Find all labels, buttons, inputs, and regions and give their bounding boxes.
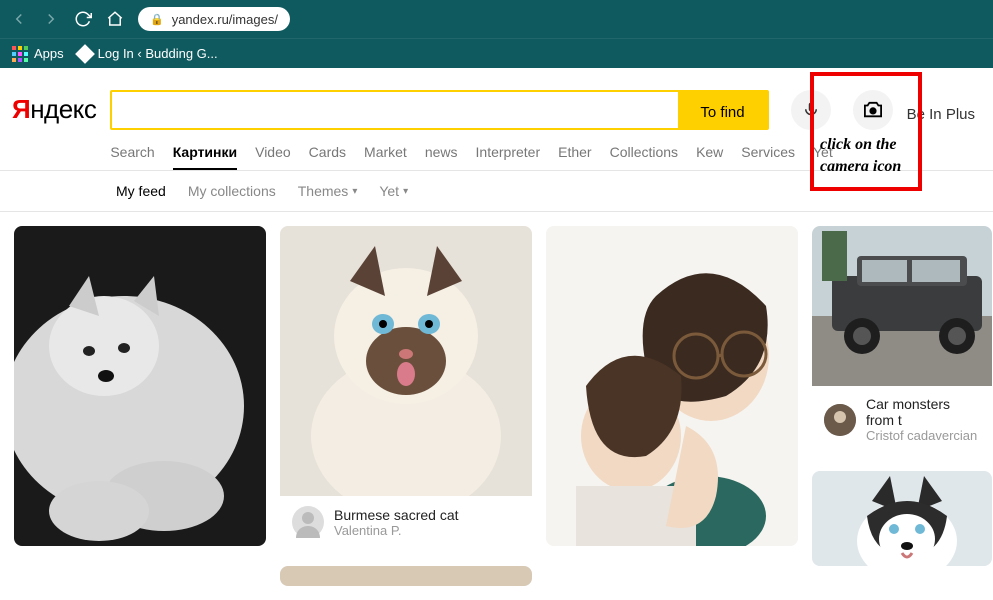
url-text: yandex.ru/images/ bbox=[172, 12, 278, 27]
tab-market[interactable]: Market bbox=[364, 144, 407, 160]
thumb-people bbox=[546, 226, 798, 546]
image-card-husky[interactable] bbox=[812, 471, 992, 566]
tab-interpreter[interactable]: Interpreter bbox=[476, 144, 541, 160]
author-avatar[interactable] bbox=[824, 404, 856, 436]
tab-search[interactable]: Search bbox=[110, 144, 154, 160]
address-bar[interactable]: 🔒 yandex.ru/images/ bbox=[138, 7, 290, 31]
card-title: Burmese sacred cat bbox=[334, 507, 459, 523]
bookmark-login[interactable]: Log In ‹ Budding G... bbox=[78, 46, 218, 61]
card-author: Cristof cadavercian bbox=[866, 428, 980, 443]
image-card-car[interactable]: Car monsters from t Cristof cadavercian bbox=[812, 226, 992, 457]
thumb-cat bbox=[280, 226, 532, 496]
search-input[interactable] bbox=[112, 92, 678, 128]
subnav-my-feed[interactable]: My feed bbox=[116, 183, 166, 199]
subnav-themes[interactable]: Themes▾ bbox=[298, 183, 358, 199]
annotation-callout: click on the camera icon bbox=[810, 72, 922, 191]
tab-images[interactable]: Картинки bbox=[173, 144, 237, 170]
bookmarks-bar: Apps Log In ‹ Budding G... bbox=[0, 38, 993, 68]
find-button-arrow bbox=[767, 92, 769, 130]
chevron-down-icon: ▾ bbox=[352, 186, 357, 197]
lock-icon: 🔒 bbox=[150, 13, 164, 26]
subnav-yet[interactable]: Yet ▾ bbox=[379, 183, 408, 199]
back-icon[interactable] bbox=[10, 10, 28, 28]
logo-red-letter: Я bbox=[12, 94, 30, 124]
apps-shortcut[interactable]: Apps bbox=[12, 46, 64, 62]
chevron-down-icon: ▾ bbox=[403, 186, 408, 197]
thumb-wolves bbox=[14, 226, 266, 546]
tab-collections[interactable]: Collections bbox=[610, 144, 678, 160]
thumb-car bbox=[812, 226, 992, 386]
image-card-people[interactable] bbox=[546, 226, 798, 546]
reload-icon[interactable] bbox=[74, 10, 92, 28]
thumb-placeholder bbox=[280, 566, 532, 586]
author-avatar[interactable] bbox=[292, 506, 324, 538]
image-card-cat[interactable]: Burmese sacred cat Valentina P. bbox=[280, 226, 532, 552]
image-card-placeholder[interactable] bbox=[280, 566, 532, 586]
tab-video[interactable]: Video bbox=[255, 144, 291, 160]
card-title: Car monsters from t bbox=[866, 396, 980, 428]
card-caption: Car monsters from t Cristof cadavercian bbox=[812, 386, 992, 457]
bookmark-label: Log In ‹ Budding G... bbox=[98, 46, 218, 61]
thumb-husky bbox=[812, 471, 992, 566]
yandex-logo[interactable]: Яндекс bbox=[12, 90, 96, 125]
subnav-my-collections[interactable]: My collections bbox=[188, 183, 276, 199]
subnav-themes-label: Themes bbox=[298, 183, 349, 199]
browser-nav-bar: 🔒 yandex.ru/images/ bbox=[0, 0, 993, 38]
tab-cards[interactable]: Cards bbox=[309, 144, 346, 160]
tab-ether[interactable]: Ether bbox=[558, 144, 591, 160]
tab-news[interactable]: news bbox=[425, 144, 458, 160]
search-box: To find bbox=[110, 90, 768, 130]
home-icon[interactable] bbox=[106, 10, 124, 28]
tab-kew[interactable]: Kew bbox=[696, 144, 723, 160]
image-card-wolves[interactable] bbox=[14, 226, 266, 546]
logo-rest: ндекс bbox=[30, 94, 96, 124]
subnav-yet-label: Yet bbox=[379, 183, 399, 199]
image-grid: Burmese sacred cat Valentina P. bbox=[0, 212, 993, 600]
find-button[interactable]: To find bbox=[678, 92, 766, 130]
tab-services[interactable]: Services bbox=[741, 144, 795, 160]
apps-label: Apps bbox=[34, 46, 64, 61]
apps-icon bbox=[12, 46, 28, 62]
forward-icon[interactable] bbox=[42, 10, 60, 28]
bookmark-icon bbox=[75, 44, 95, 64]
card-author: Valentina P. bbox=[334, 523, 459, 538]
